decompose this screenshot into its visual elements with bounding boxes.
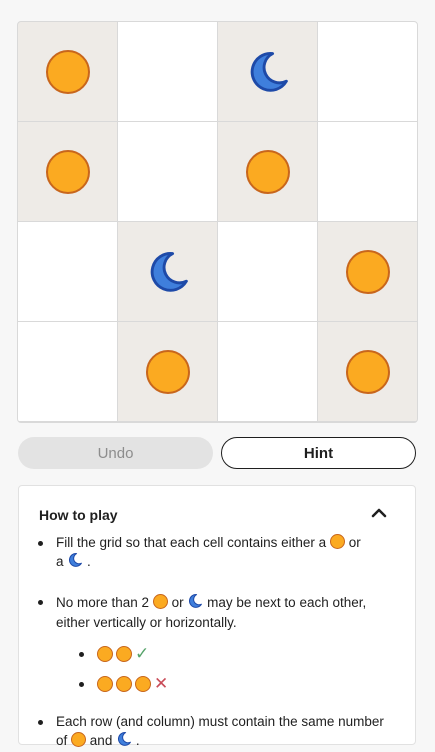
hint-button[interactable]: Hint [221,437,416,469]
example-invalid: ✕ [19,674,415,694]
sun-icon [45,149,90,194]
undo-button[interactable]: Undo [18,437,213,469]
grid-cell [18,122,117,221]
moon-icon [145,249,191,295]
grid-cell [318,222,417,321]
sun-icon [97,676,113,692]
grid-cell[interactable] [18,222,117,321]
sun-icon [329,534,345,549]
grid-cell [318,322,417,421]
grid-cell [18,22,117,121]
sun-icon [345,249,390,294]
example-valid: ✓ [19,644,415,664]
game-board [17,21,418,423]
grid-cell[interactable] [118,22,217,121]
grid-cell[interactable] [218,222,317,321]
moon-icon [245,49,291,95]
sun-icon [71,732,87,747]
sun-icon [116,676,132,692]
sun-icon [116,646,132,662]
moon-icon [187,593,203,614]
how-to-play-panel: How to play Fill the grid so that each c… [18,485,416,748]
moon-icon [67,552,83,573]
sun-icon [97,646,113,662]
rule-fill-grid: Fill the grid so that each cell contains… [19,534,415,573]
grid-cell [218,122,317,221]
sun-icon [135,676,151,692]
how-to-play-title: How to play [39,507,118,523]
rule-adjacent-limit: No more than 2 or may be next to each ot… [19,593,415,632]
sun-icon [345,349,390,394]
grid-cell[interactable] [318,22,417,121]
grid-cell[interactable] [218,322,317,421]
cross-icon: ✕ [154,674,169,693]
grid-cell [218,22,317,121]
rule-balance: Each row (and column) must contain the s… [19,713,415,752]
grid-cell[interactable] [118,122,217,221]
sun-icon [152,594,168,609]
grid-cell[interactable] [18,322,117,421]
rules-list: Fill the grid so that each cell contains… [19,534,415,752]
sun-icon [45,49,90,94]
sun-icon [245,149,290,194]
grid-cell [118,322,217,421]
check-icon: ✓ [135,644,150,663]
moon-icon [116,731,132,752]
sun-icon [145,349,190,394]
grid-cell [118,222,217,321]
grid-cell[interactable] [318,122,417,221]
chevron-up-icon[interactable] [371,508,387,518]
